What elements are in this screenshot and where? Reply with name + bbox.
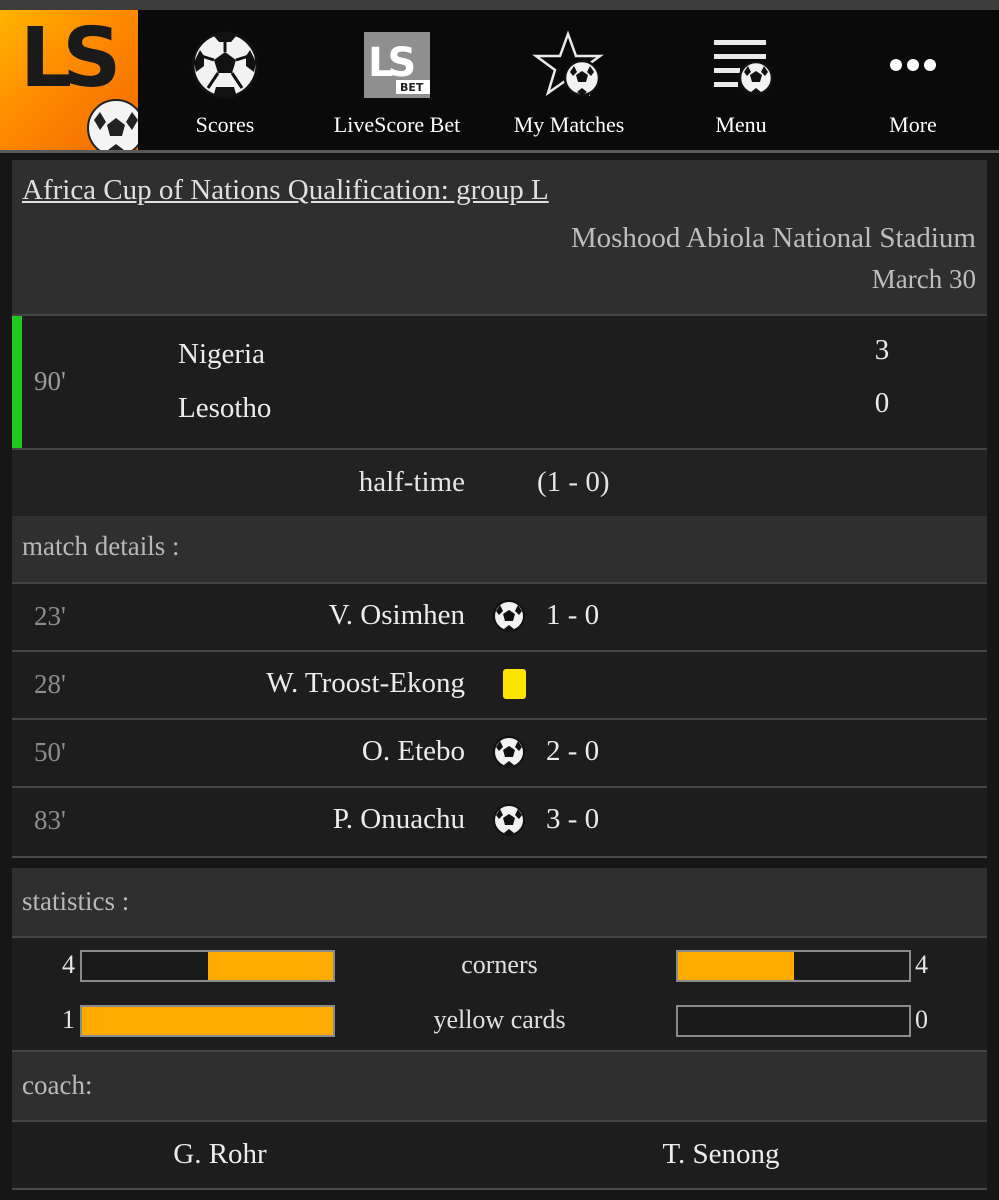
livescore-logo[interactable]: LS xyxy=(0,10,138,150)
top-navigation-bar: LS Scores LS BET LiveScore Bet My Matche… xyxy=(0,10,999,150)
coach-row: G. Rohr T. Senong xyxy=(12,1120,987,1188)
event-score: 1 - 0 xyxy=(546,599,600,631)
event-row: 50' O. Etebo 2 - 0 xyxy=(12,718,987,786)
event-minute: 23' xyxy=(34,601,66,631)
event-player: O. Etebo xyxy=(361,735,465,767)
statistics-card: statistics : 4 corners 4 1 yellow cards … xyxy=(12,868,987,1190)
match-details-header: match details : xyxy=(12,516,987,582)
nav-my-matches-label: My Matches xyxy=(513,112,625,137)
statistics-title: statistics : xyxy=(22,886,130,916)
event-minute: 83' xyxy=(34,805,66,835)
stat-away-bar xyxy=(676,950,911,982)
nav-scores-label: Scores xyxy=(195,112,255,137)
coach-header: coach: xyxy=(12,1050,987,1120)
nav-livescore-bet-label: LiveScore Bet xyxy=(333,112,461,137)
halftime-score: (1 - 0) xyxy=(537,466,610,498)
stat-away-fill xyxy=(678,952,794,980)
livescore-bet-icon: LS BET xyxy=(364,32,430,98)
menu-ball-icon xyxy=(714,40,774,96)
nav-separator xyxy=(0,150,999,153)
event-player: V. Osimhen xyxy=(328,599,465,631)
event-score: 2 - 0 xyxy=(546,735,600,767)
nav-livescore-bet[interactable]: LS BET LiveScore Bet xyxy=(318,10,476,150)
more-dots-icon xyxy=(890,59,936,71)
home-coach: G. Rohr xyxy=(173,1138,267,1170)
statistics-header: statistics : xyxy=(12,868,987,936)
match-header: Africa Cup of Nations Qualification: gro… xyxy=(12,160,987,314)
logo-text: LS xyxy=(20,11,121,106)
top-strip xyxy=(0,0,999,10)
stats-body: 4 corners 4 1 yellow cards 0 xyxy=(12,936,987,1050)
nav-my-matches[interactable]: My Matches xyxy=(494,10,644,150)
home-score: 3 xyxy=(874,334,890,366)
goal-ball-icon xyxy=(493,736,525,768)
yellow-card-icon xyxy=(503,669,526,699)
nav-more-label: More xyxy=(889,112,937,137)
nav-menu[interactable]: Menu xyxy=(666,10,816,150)
away-coach: T. Senong xyxy=(662,1138,780,1170)
goal-ball-icon xyxy=(493,600,525,632)
event-row: 83' P. Onuachu 3 - 0 xyxy=(12,786,987,856)
stadium-name: Moshood Abiola National Stadium xyxy=(570,222,976,254)
stat-away-value: 4 xyxy=(915,950,928,979)
match-status-indicator xyxy=(12,316,22,448)
star-ball-icon xyxy=(532,30,604,97)
nav-more[interactable]: More xyxy=(838,10,988,150)
competition-link[interactable]: Africa Cup of Nations Qualification: gro… xyxy=(22,174,549,207)
halftime-row: half-time (1 - 0) xyxy=(12,448,987,516)
match-card: Africa Cup of Nations Qualification: gro… xyxy=(12,160,987,858)
soccer-ball-icon xyxy=(191,31,259,99)
logo-ball-icon xyxy=(87,99,138,150)
away-team: Lesotho xyxy=(178,392,272,424)
goal-ball-icon xyxy=(493,804,525,836)
scoreline-row[interactable]: 90' Nigeria Lesotho 3 0 xyxy=(12,314,987,448)
match-date: March 30 xyxy=(871,264,976,294)
home-team: Nigeria xyxy=(178,338,265,370)
event-row: 28' W. Troost-Ekong xyxy=(12,650,987,718)
nav-menu-label: Menu xyxy=(715,112,767,137)
event-score: 3 - 0 xyxy=(546,803,600,835)
event-minute: 28' xyxy=(34,669,66,699)
halftime-label: half-time xyxy=(358,466,465,498)
event-minute: 50' xyxy=(34,737,66,767)
coach-title: coach: xyxy=(22,1070,93,1100)
nav-scores[interactable]: Scores xyxy=(150,10,300,150)
stat-away-bar xyxy=(676,1005,911,1037)
match-minute: 90' xyxy=(34,366,66,396)
event-player: P. Onuachu xyxy=(332,803,465,835)
bet-logo-text: LS xyxy=(368,40,413,86)
away-score: 0 xyxy=(874,387,890,419)
bet-badge-text: BET xyxy=(400,81,424,94)
stat-away-value: 0 xyxy=(915,1005,928,1034)
event-row: 23' V. Osimhen 1 - 0 xyxy=(12,582,987,650)
match-details-title: match details : xyxy=(22,531,180,561)
event-player: W. Troost-Ekong xyxy=(266,667,465,699)
